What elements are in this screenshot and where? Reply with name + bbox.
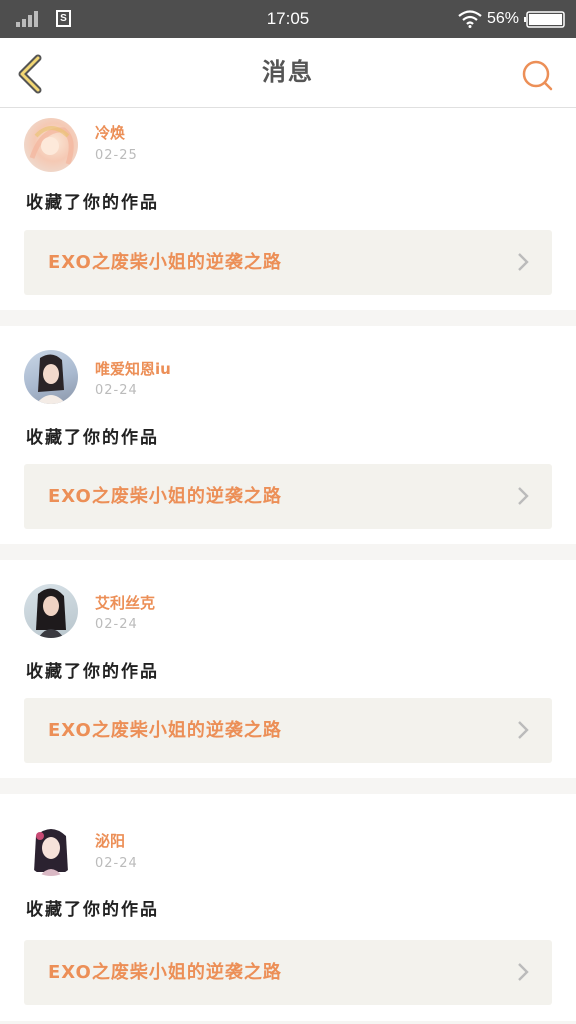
message-card: 冷焕 02-25 收藏了你的作品 EXO之废柴小姐的逆袭之路	[0, 108, 576, 310]
work-title: EXO之废柴小姐的逆袭之路	[48, 962, 282, 983]
status-bar: S 17:05 56%	[0, 0, 576, 38]
avatar-illustration	[29, 126, 74, 165]
battery-percent: 56%	[487, 10, 520, 27]
avatar-illustration	[36, 354, 66, 404]
work-link[interactable]: EXO之废柴小姐的逆袭之路	[24, 940, 552, 1005]
user-name[interactable]: 艾利丝克	[95, 592, 155, 613]
work-title: EXO之废柴小姐的逆袭之路	[48, 486, 282, 507]
message-date: 02-25	[95, 148, 138, 163]
avatar[interactable]	[24, 350, 78, 404]
avatar-illustration	[36, 588, 66, 638]
chevron-right-icon	[518, 487, 529, 505]
chevron-right-icon	[518, 963, 529, 981]
message-card: 泌阳 02-24 收藏了你的作品 EXO之废柴小姐的逆袭之路	[0, 794, 576, 1021]
avatar[interactable]	[24, 118, 78, 172]
wifi-icon	[458, 10, 482, 28]
battery-icon	[524, 11, 565, 28]
user-name[interactable]: 泌阳	[95, 830, 125, 851]
work-link[interactable]: EXO之废柴小姐的逆袭之路	[24, 464, 552, 529]
message-date: 02-24	[95, 617, 138, 632]
action-text: 收藏了你的作品	[26, 900, 159, 920]
message-card: 唯爱知恩iu 02-24 收藏了你的作品 EXO之废柴小姐的逆袭之路	[0, 326, 576, 544]
user-name[interactable]: 唯爱知恩iu	[95, 358, 171, 379]
navigation-bar: 消息	[0, 38, 576, 108]
work-title: EXO之废柴小姐的逆袭之路	[48, 252, 282, 273]
work-link[interactable]: EXO之废柴小姐的逆袭之路	[24, 698, 552, 763]
message-date: 02-24	[95, 383, 138, 398]
chevron-right-icon	[518, 253, 529, 271]
message-card: 艾利丝克 02-24 收藏了你的作品 EXO之废柴小姐的逆袭之路	[0, 560, 576, 778]
message-date: 02-24	[95, 856, 138, 871]
page-title: 消息	[262, 58, 314, 86]
work-link[interactable]: EXO之废柴小姐的逆袭之路	[24, 230, 552, 295]
work-title: EXO之废柴小姐的逆袭之路	[48, 720, 282, 741]
action-text: 收藏了你的作品	[26, 428, 159, 448]
chevron-right-icon	[518, 721, 529, 739]
action-text: 收藏了你的作品	[26, 662, 159, 682]
avatar-illustration	[34, 829, 68, 876]
search-icon[interactable]	[518, 56, 556, 94]
user-name[interactable]: 冷焕	[95, 122, 125, 143]
avatar[interactable]	[24, 822, 78, 876]
action-text: 收藏了你的作品	[26, 193, 159, 213]
avatar[interactable]	[24, 584, 78, 638]
